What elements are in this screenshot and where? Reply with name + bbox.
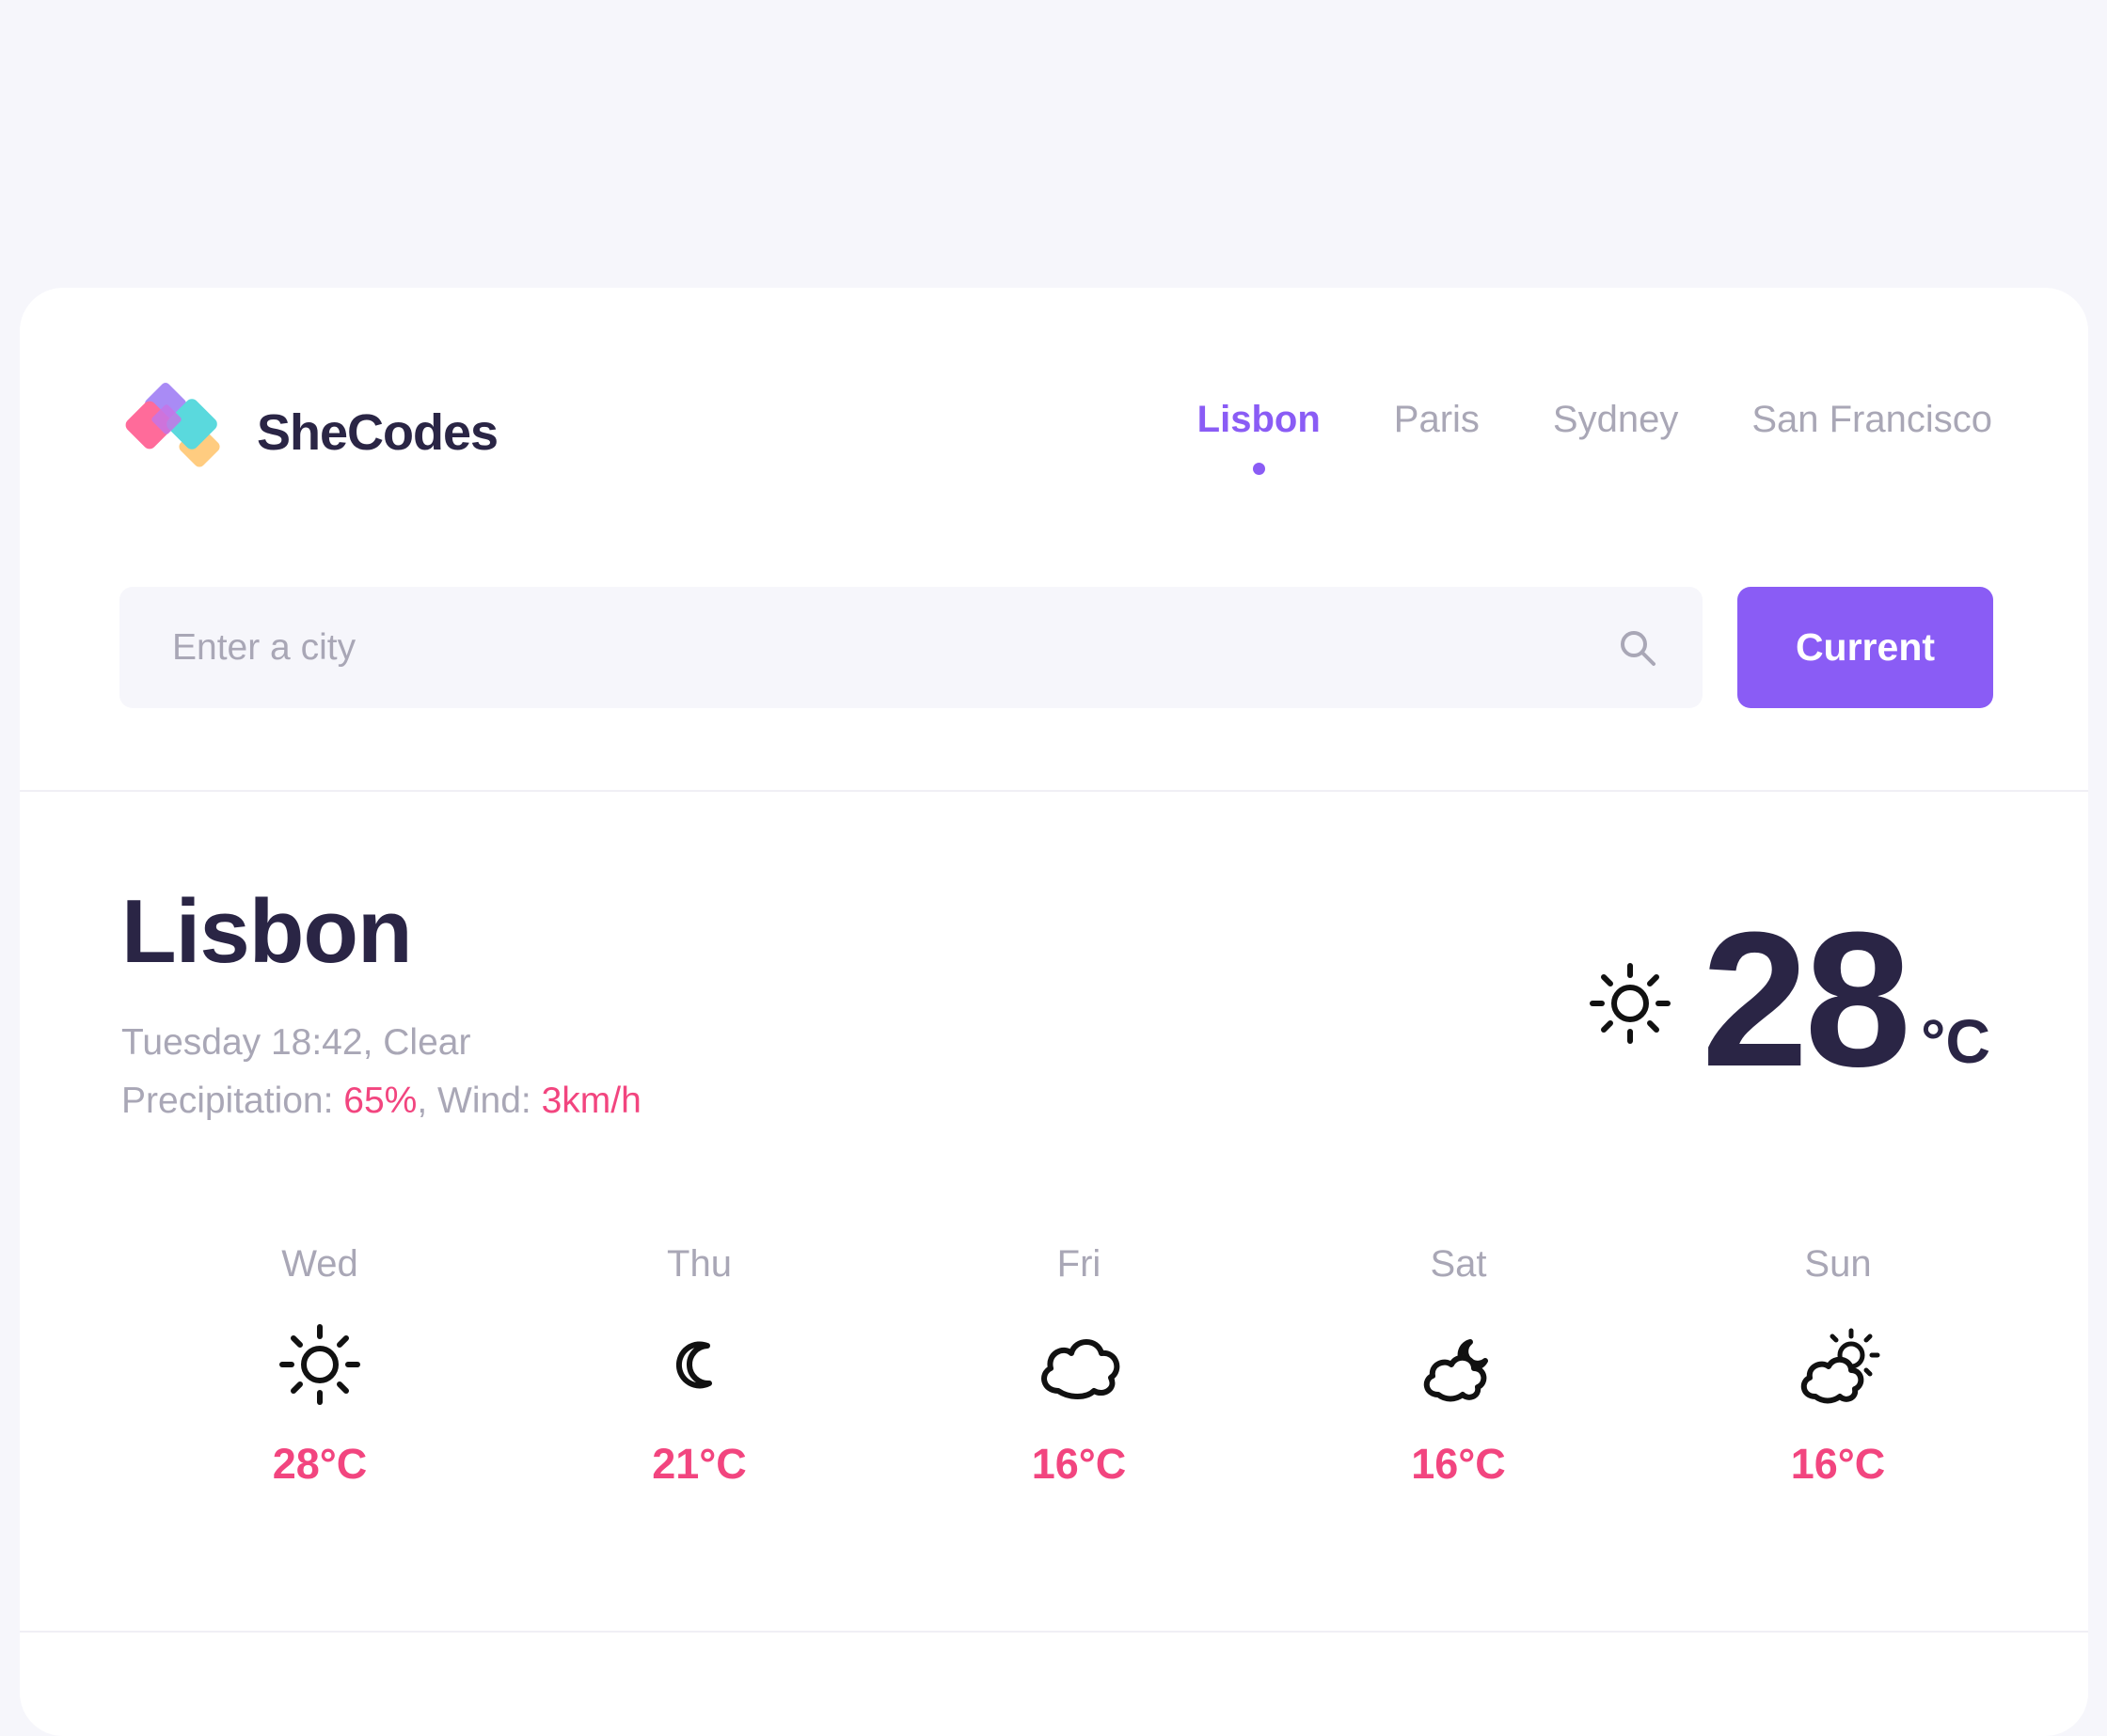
city-name: Lisbon [121,881,413,982]
brand-name: SheCodes [257,404,499,461]
forecast-temperature: 16°C [1411,1440,1506,1488]
current-temperature-value: 28 [1702,892,1911,1107]
forecast-day-name: Sat [1430,1243,1487,1285]
temperature-unit-toggle[interactable]: °C [1921,1005,1990,1077]
nav-item-lisbon[interactable]: Lisbon [1196,399,1321,475]
current-location-button[interactable]: Current [1737,587,1993,708]
divider [20,1631,2088,1633]
shecodes-logo-icon [125,383,220,467]
sun-icon [279,1324,360,1405]
sun-icon [1590,963,1671,1044]
forecast-day-name: Fri [1056,1243,1101,1285]
nav-item-san-francisco[interactable]: San Francisco [1751,399,1992,441]
precipitation-wind-line: Precipitation: 65%, Wind: 3km/h [121,1072,642,1130]
forecast-day-name: Sun [1804,1243,1872,1285]
cloud-moon-icon [1423,1339,1488,1402]
wind-value: 3km/h [541,1081,642,1121]
forecast-temperature: 28°C [272,1440,368,1488]
partly-sunny-icon [1800,1328,1880,1404]
weather-card: SheCodes Lisbon Paris Sydney San Francis… [20,288,2088,1736]
city-nav: Lisbon Paris Sydney San Francisco [1124,399,1992,475]
forecast-day: Thu 21°C [511,1243,889,1489]
forecast-temperature: 16°C [1031,1440,1127,1488]
precipitation-value: 65% [343,1081,418,1121]
divider [20,790,2088,792]
forecast-day: Fri 16°C [890,1243,1268,1489]
forecast-day-name: Wed [281,1243,358,1285]
nav-item-label: Paris [1393,399,1480,440]
brand-logo[interactable]: SheCodes [125,380,499,485]
nav-item-label: Lisbon [1196,399,1321,440]
forecast-day: Wed 28°C [131,1243,509,1489]
nav-item-sydney[interactable]: Sydney [1553,399,1678,441]
cloud-icon [1041,1339,1120,1399]
forecast-day: Sat 16°C [1270,1243,1648,1489]
day-time-condition: Tuesday 18:42, Clear [121,1022,471,1063]
wind-label: , Wind: [417,1081,542,1121]
forecast-row: Wed 28°C Thu 21°C Fri 16°C Sat 16°C Sun … [131,1243,2027,1489]
nav-item-paris[interactable]: Paris [1394,399,1480,441]
current-temperature: 28 °C [1583,904,1990,1096]
nav-item-label: Sydney [1552,399,1679,440]
city-search-input[interactable] [119,587,1703,708]
forecast-day: Sun 16°C [1649,1243,2027,1489]
moon-icon [675,1341,712,1389]
nav-item-label: San Francisco [1751,399,1992,440]
forecast-day-name: Thu [667,1243,732,1285]
precipitation-label: Precipitation: [121,1081,344,1121]
search-icon[interactable] [1618,628,1657,668]
city-search-box [119,587,1703,708]
forecast-temperature: 16°C [1790,1440,1886,1488]
weather-meta: Tuesday 18:42, Clear Precipitation: 65%,… [121,1014,642,1130]
forecast-temperature: 21°C [652,1440,747,1488]
active-indicator-dot [1253,463,1266,475]
